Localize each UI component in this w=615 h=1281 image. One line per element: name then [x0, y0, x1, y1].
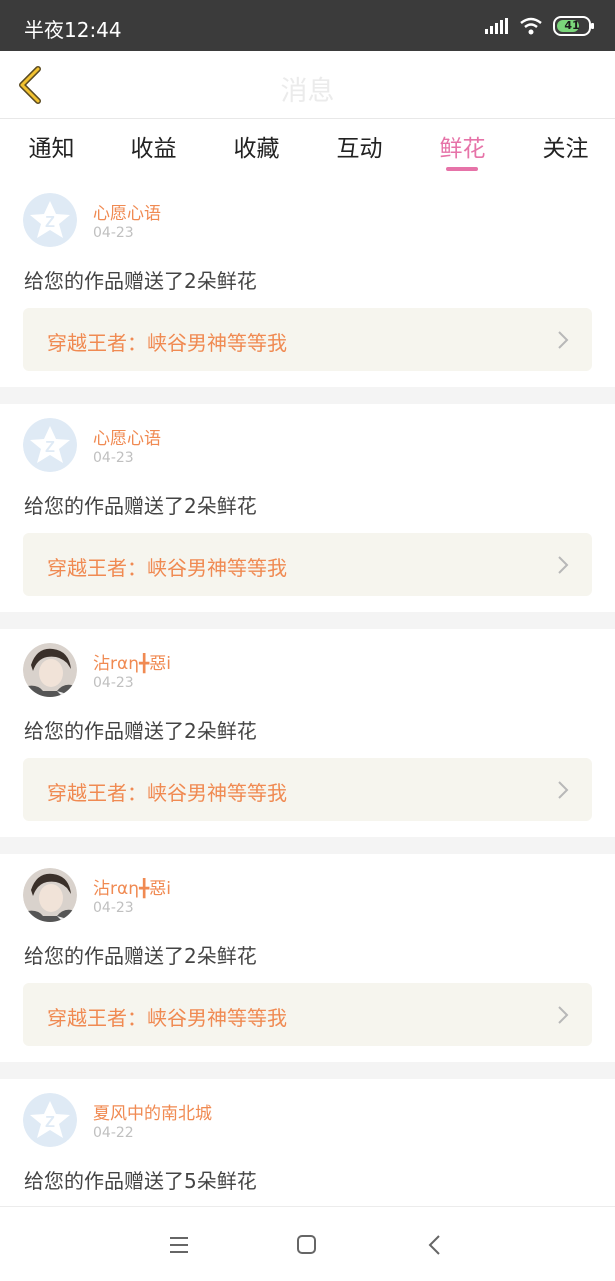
work-title: 穿越王者：峡谷男神等等我	[47, 556, 287, 580]
chevron-right-icon	[558, 1006, 569, 1024]
chevron-right-icon	[558, 331, 569, 349]
chevron-right-icon	[558, 781, 569, 799]
message-date: 04-23	[93, 225, 134, 241]
default-avatar-icon: Z	[23, 1093, 77, 1147]
list-item: Z 心愿心语 04-23 给您的作品赠送了2朵鲜花 穿越王者：峡谷男神等等我	[0, 404, 615, 612]
message-text: 给您的作品赠送了2朵鲜花	[24, 944, 257, 968]
svg-text:Z: Z	[45, 1114, 55, 1131]
username[interactable]: 心愿心语	[93, 199, 161, 224]
message-text: 给您的作品赠送了2朵鲜花	[24, 269, 257, 293]
divider	[0, 837, 615, 854]
back-icon[interactable]	[422, 1232, 448, 1258]
wifi-icon	[520, 17, 542, 35]
system-nav-bar	[0, 1206, 615, 1281]
work-title: 穿越王者：峡谷男神等等我	[47, 781, 287, 805]
message-text: 给您的作品赠送了2朵鲜花	[24, 719, 257, 743]
message-date: 04-23	[93, 450, 134, 466]
avatar[interactable]: Z	[23, 418, 77, 472]
user-photo-icon	[23, 868, 77, 922]
tab-notifications[interactable]: 通知	[0, 129, 103, 163]
default-avatar-icon: Z	[23, 418, 77, 472]
work-link[interactable]: 穿越王者：峡谷男神等等我	[23, 758, 592, 821]
username[interactable]: 沾rαη╋惡i	[93, 649, 171, 674]
status-icons: 41	[485, 16, 594, 36]
work-title: 穿越王者：峡谷男神等等我	[47, 1006, 287, 1030]
list-item: 沾rαη╋惡i 04-23 给您的作品赠送了2朵鲜花 穿越王者：峡谷男神等等我	[0, 629, 615, 837]
work-link[interactable]: 穿越王者：峡谷男神等等我	[23, 533, 592, 596]
username[interactable]: 夏风中的南北城	[93, 1099, 212, 1124]
avatar[interactable]: Z	[23, 1093, 77, 1147]
message-text: 给您的作品赠送了2朵鲜花	[24, 494, 257, 518]
home-icon[interactable]	[294, 1232, 320, 1258]
signal-icon	[485, 18, 508, 34]
tab-following[interactable]: 关注	[514, 129, 615, 163]
list-item: Z 夏风中的南北城 04-22 给您的作品赠送了5朵鲜花	[0, 1079, 615, 1206]
list-item: 沾rαη╋惡i 04-23 给您的作品赠送了2朵鲜花 穿越王者：峡谷男神等等我	[0, 854, 615, 1062]
username[interactable]: 心愿心语	[93, 424, 161, 449]
avatar[interactable]	[23, 868, 77, 922]
message-date: 04-23	[93, 900, 134, 916]
default-avatar-icon: Z	[23, 193, 77, 247]
work-title: 穿越王者：峡谷男神等等我	[47, 331, 287, 355]
divider	[0, 612, 615, 629]
list-item: Z 心愿心语 04-23 给您的作品赠送了2朵鲜花 穿越王者：峡谷男神等等我	[0, 179, 615, 387]
message-date: 04-22	[93, 1125, 134, 1141]
work-link[interactable]: 穿越王者：峡谷男神等等我	[23, 983, 592, 1046]
message-date: 04-23	[93, 675, 134, 691]
svg-text:Z: Z	[45, 439, 55, 456]
svg-text:Z: Z	[45, 214, 55, 231]
username[interactable]: 沾rαη╋惡i	[93, 874, 171, 899]
app-header: 消息	[0, 51, 615, 119]
status-time: 半夜12:44	[24, 18, 122, 42]
battery-level: 41	[564, 19, 580, 32]
status-bar: 半夜12:44 41	[0, 0, 615, 51]
message-text: 给您的作品赠送了5朵鲜花	[24, 1169, 257, 1193]
tab-earnings[interactable]: 收益	[102, 129, 205, 163]
avatar[interactable]: Z	[23, 193, 77, 247]
tab-bar: 通知 收益 收藏 互动 鲜花 关注	[0, 119, 615, 179]
battery-icon: 41	[553, 16, 594, 36]
tab-interactions[interactable]: 互动	[308, 129, 411, 163]
user-photo-icon	[23, 643, 77, 697]
chevron-right-icon	[558, 556, 569, 574]
divider	[0, 387, 615, 404]
work-link[interactable]: 穿越王者：峡谷男神等等我	[23, 308, 592, 371]
menu-icon[interactable]	[166, 1232, 192, 1258]
tab-flowers[interactable]: 鲜花	[411, 129, 514, 163]
tab-favorites[interactable]: 收藏	[205, 129, 308, 163]
page-title: 消息	[280, 76, 335, 107]
divider	[0, 1062, 615, 1079]
message-list: Z 心愿心语 04-23 给您的作品赠送了2朵鲜花 穿越王者：峡谷男神等等我 Z…	[0, 179, 615, 1206]
avatar[interactable]	[23, 643, 77, 697]
active-tab-indicator	[446, 167, 478, 171]
